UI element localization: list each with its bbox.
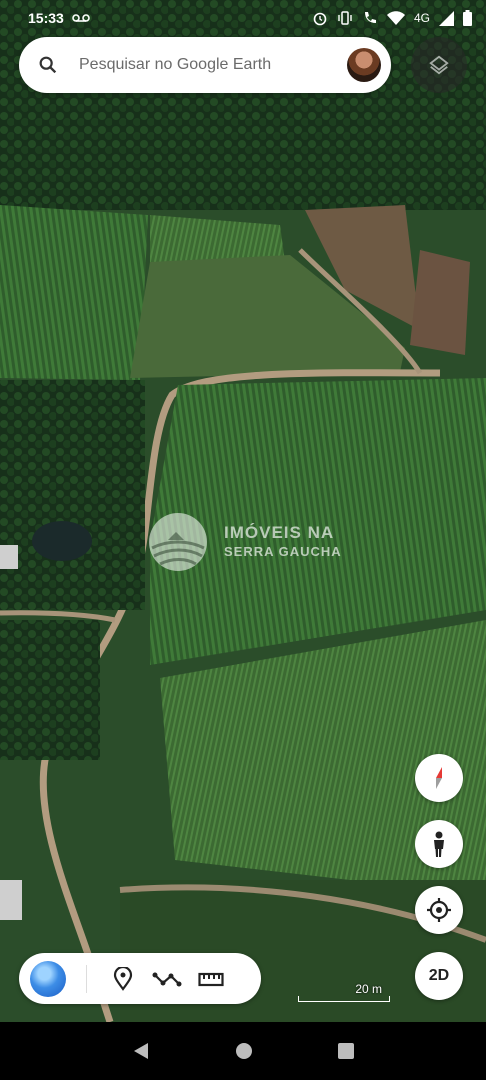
watermark-line2: SERRA GAUCHA — [224, 544, 342, 559]
layers-button[interactable] — [411, 37, 467, 93]
network-type: 4G — [413, 11, 430, 25]
my-location-icon — [427, 898, 451, 922]
earth-icon[interactable] — [30, 960, 66, 997]
search-icon — [39, 56, 57, 74]
map-scale: 20 m — [298, 982, 390, 1002]
scale-bar — [298, 996, 390, 1002]
battery-icon — [463, 10, 472, 26]
my-location-button[interactable] — [415, 886, 463, 934]
watermark-line1: IMÓVEIS NA — [224, 523, 335, 542]
street-view-button[interactable] — [415, 820, 463, 868]
layers-icon — [429, 55, 449, 75]
watermark: IMÓVEIS NA SERRA GAUCHA — [148, 512, 348, 572]
status-time: 15:33 — [28, 10, 64, 26]
recents-icon[interactable] — [337, 1043, 354, 1059]
navigation-bar — [0, 1022, 486, 1080]
compass-icon — [436, 767, 442, 789]
compass-button[interactable] — [415, 754, 463, 802]
signal-icon — [439, 10, 454, 26]
watermark-logo — [149, 513, 207, 571]
search-bar[interactable]: Pesquisar no Google Earth — [19, 37, 391, 93]
toggle-2d-button[interactable]: 2D — [415, 952, 463, 1000]
place-pin-icon — [113, 966, 133, 991]
status-bar: 15:33 4G — [0, 0, 486, 36]
scale-label: 20 m — [355, 982, 382, 996]
pegman-icon — [434, 831, 444, 857]
bottom-toolbar — [19, 953, 261, 1004]
toggle-2d-label: 2D — [428, 967, 450, 984]
vibrate-icon — [338, 11, 352, 25]
call-icon — [364, 12, 376, 23]
satellite-map[interactable] — [0, 0, 486, 1022]
place-button[interactable] — [101, 959, 145, 999]
alarm-icon — [313, 12, 327, 26]
draw-path-button[interactable] — [145, 959, 189, 999]
wifi-icon — [386, 11, 405, 25]
search-input[interactable]: Pesquisar no Google Earth — [79, 56, 347, 74]
ruler-icon — [198, 972, 224, 986]
account-avatar[interactable] — [347, 48, 381, 82]
toolbar-divider — [86, 964, 87, 993]
path-icon — [152, 972, 182, 986]
home-icon[interactable] — [235, 1042, 253, 1060]
back-icon[interactable] — [132, 1041, 150, 1061]
voicemail-icon — [72, 14, 90, 22]
measure-button[interactable] — [189, 959, 233, 999]
